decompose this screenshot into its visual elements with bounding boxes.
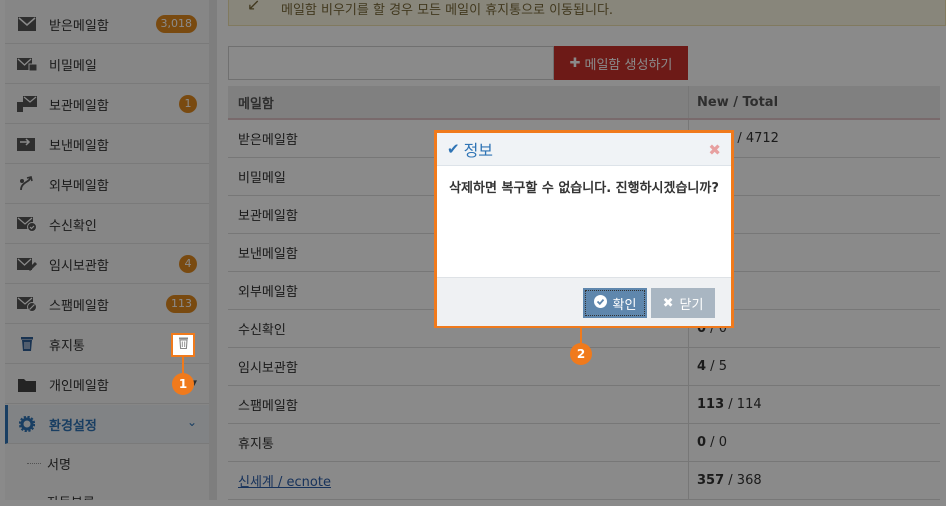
close-label: 닫기 (679, 297, 704, 313)
check-circle-icon (593, 294, 607, 312)
callout-badge-2: 2 (570, 343, 592, 365)
callout-leader-line (182, 357, 184, 374)
dialog-message: 삭제하면 복구할 수 없습니다. 진행하시겠습니까? (449, 181, 719, 196)
callout-badge-1: 1 (172, 373, 194, 395)
info-dialog: ✔ 정보 ✖ 삭제하면 복구할 수 없습니다. 진행하시겠습니까? 확인 ✖ 닫… (434, 130, 734, 328)
confirm-button[interactable]: 확인 (583, 288, 647, 318)
dialog-title: 정보 (463, 141, 494, 160)
close-button[interactable]: ✖ 닫기 (651, 288, 715, 318)
x-icon: ✖ (662, 295, 674, 311)
callout-leader-line (580, 328, 582, 344)
dialog-header: ✔ 정보 ✖ (437, 133, 731, 166)
dialog-footer: 확인 ✖ 닫기 (437, 277, 731, 326)
close-icon[interactable]: ✖ (708, 141, 721, 159)
empty-trash-button[interactable] (171, 333, 195, 357)
trash-icon (178, 337, 189, 353)
check-icon: ✔ (447, 140, 460, 158)
confirm-label: 확인 (612, 297, 637, 313)
